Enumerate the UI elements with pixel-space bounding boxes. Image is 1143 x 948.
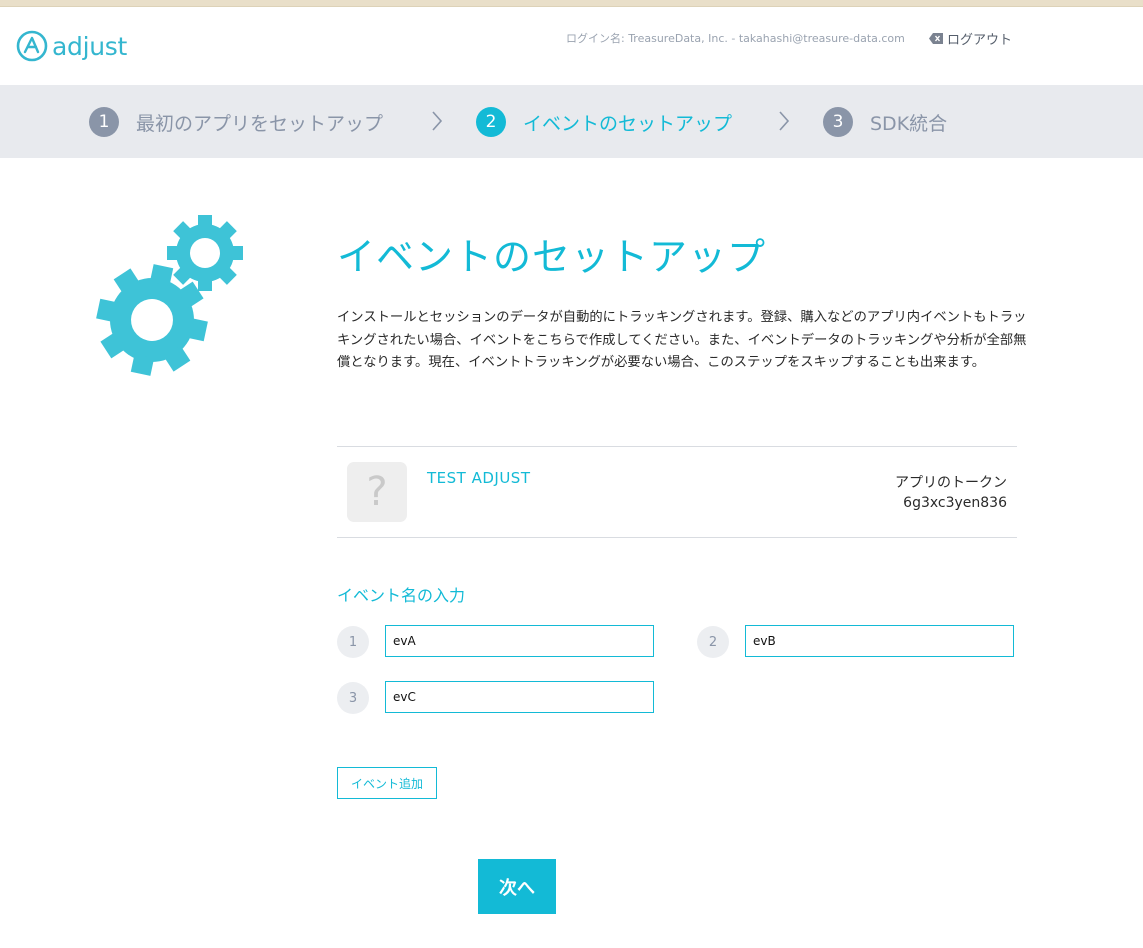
- step-label: イベントのセットアップ: [523, 112, 733, 135]
- chevron-right-icon: [779, 111, 790, 131]
- step-label: 最初のアプリをセットアップ: [136, 112, 384, 135]
- login-info: ログイン名: TreasureData, Inc. - takahashi@tr…: [566, 32, 905, 45]
- app-placeholder-icon: ?: [347, 462, 407, 522]
- step-1[interactable]: 1 最初のアプリをセットアップ: [89, 107, 384, 137]
- event-number: 3: [337, 682, 369, 714]
- gears-icon: [96, 215, 243, 376]
- event-name-input-1[interactable]: [385, 625, 654, 657]
- token-value: 6g3xc3yen836: [903, 495, 1007, 511]
- top-decor-strip: [0, 0, 1143, 7]
- step-number: 1: [89, 107, 119, 137]
- page-title: イベントのセットアップ: [337, 235, 767, 279]
- event-name-input-2[interactable]: [745, 625, 1014, 657]
- token-label: アプリのトークン: [895, 475, 1007, 491]
- app-name[interactable]: TEST ADJUST: [427, 469, 531, 487]
- step-2[interactable]: 2 イベントのセットアップ: [476, 107, 733, 137]
- event-number: 1: [337, 626, 369, 658]
- step-label: SDK統合: [870, 112, 948, 135]
- event-section-title: イベント名の入力: [337, 586, 466, 605]
- logout-link[interactable]: ログアウト: [929, 29, 1012, 48]
- chevron-right-icon: [432, 111, 443, 131]
- step-3[interactable]: 3 SDK統合: [823, 107, 948, 137]
- logout-label: ログアウト: [947, 33, 1013, 48]
- intro-text: インストールとセッションのデータが自動的にトラッキングされます。登録、購入などの…: [337, 310, 1027, 370]
- event-name-input-3[interactable]: [385, 681, 654, 713]
- logout-icon: [929, 33, 943, 44]
- logo-text: adjust: [52, 31, 128, 61]
- header: adjust ログイン名: TreasureData, Inc. - takah…: [0, 7, 1143, 85]
- add-event-button[interactable]: イベント追加: [337, 767, 437, 799]
- app-card: ? TEST ADJUST アプリのトークン 6g3xc3yen836: [337, 446, 1017, 538]
- adjust-logo-icon: [16, 30, 48, 62]
- steps-bar: 1 最初のアプリをセットアップ 2 イベントのセットアップ 3 SDK統合: [0, 85, 1143, 158]
- step-number: 2: [476, 107, 506, 137]
- event-number: 2: [697, 626, 729, 658]
- next-button[interactable]: 次へ: [478, 859, 556, 914]
- logo[interactable]: adjust: [16, 29, 127, 63]
- step-number: 3: [823, 107, 853, 137]
